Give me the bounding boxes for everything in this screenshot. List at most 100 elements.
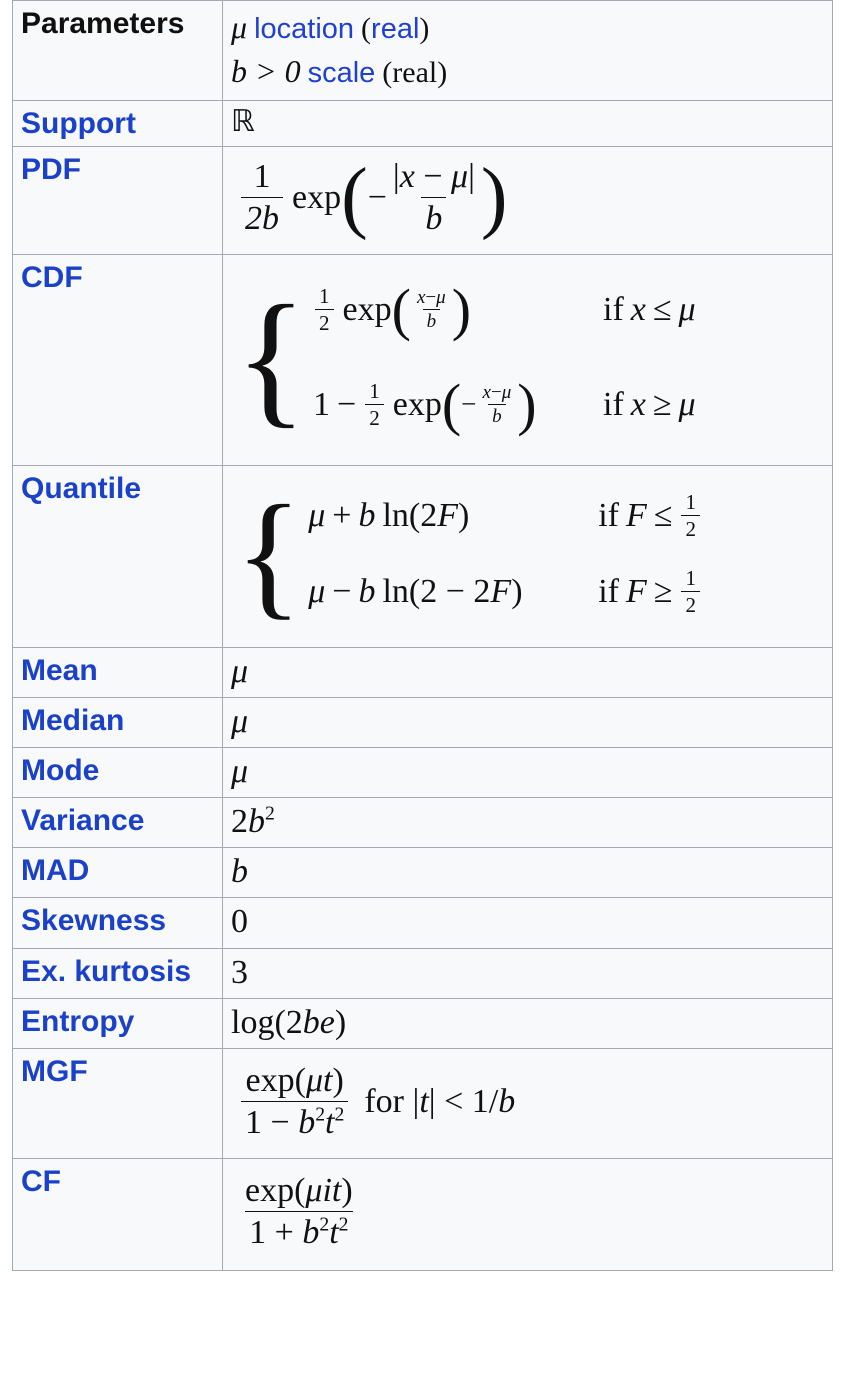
row-value-variance: 2b2	[222, 797, 833, 849]
row-label-cf[interactable]: CF	[12, 1157, 223, 1272]
numerator: exp(μt)	[245, 1061, 344, 1099]
table-row-mean: Mean μ	[12, 646, 833, 699]
kurtosis-value: 3	[231, 953, 248, 991]
table-row-ex-kurtosis: Ex. kurtosis 3	[12, 947, 833, 999]
mean-value: μ	[231, 652, 249, 690]
row-label-ex-kurtosis[interactable]: Ex. kurtosis	[12, 947, 223, 999]
row-value-quantile: { μ + b ln(2 F) if F ≤ 12 μ − b ln(2 − 2…	[222, 464, 833, 648]
case-expression: μ + b ln(2 F)	[308, 496, 470, 534]
row-label-support[interactable]: Support	[12, 99, 223, 147]
row-label-mgf[interactable]: MGF	[12, 1047, 223, 1159]
one-half: 12	[315, 284, 334, 335]
scale-link[interactable]: scale	[308, 57, 376, 89]
row-label-pdf[interactable]: PDF	[12, 145, 223, 255]
minus-sign: −	[367, 178, 387, 216]
table-row-variance: Variance 2b2	[12, 797, 833, 849]
condition-text: for |t| < 1/b	[364, 1082, 516, 1120]
fraction-one-over-2b: 1 2b	[241, 157, 283, 238]
fraction-xminusmu-over-b: x−μ b	[416, 286, 446, 333]
location-link[interactable]: location	[254, 13, 354, 45]
case-condition: if x ≥ μ	[603, 386, 696, 424]
row-label-mad[interactable]: MAD	[12, 847, 223, 899]
case-row-2: 1− 12 exp ( − x−μ b) if x ≥ μ	[313, 357, 696, 453]
table-row-pdf: PDF 1 2b exp ( − |x − μ| b )	[12, 145, 833, 255]
row-value-ex-kurtosis: 3	[222, 947, 833, 999]
row-value-parameters: μ location (real) b > 0 scale (real)	[222, 0, 833, 101]
row-label-quantile[interactable]: Quantile	[12, 464, 223, 648]
denominator: 2b	[241, 196, 283, 238]
pdf-formula: 1 2b exp ( − |x − μ| b )	[231, 151, 824, 248]
parameter-line-scale: b > 0 scale (real)	[231, 49, 824, 93]
table-row-median: Median μ	[12, 697, 833, 749]
table-row-skewness: Skewness 0	[12, 897, 833, 949]
case-expression: 12 exp ( x−μ b )	[313, 280, 603, 338]
row-value-support: ℝ	[222, 99, 833, 147]
row-label-variance[interactable]: Variance	[12, 797, 223, 849]
row-label-parameters: Parameters	[12, 0, 223, 101]
row-value-pdf: 1 2b exp ( − |x − μ| b )	[222, 145, 833, 255]
distribution-infobox: Parameters μ location (real) b > 0 scale (re…	[12, 0, 833, 1272]
mu-symbol: μ	[231, 9, 248, 45]
exp-operator: exp	[292, 178, 342, 216]
table-row-mgf: MGF exp(μt) 1 − b2t2 for |t| < 1/b	[12, 1047, 833, 1159]
paren-close: )	[419, 12, 430, 45]
cf-formula: exp(μit) 1 + b2t2	[231, 1163, 824, 1264]
case-condition: if F ≥ 12	[598, 566, 702, 617]
numerator: |x − μ|	[392, 157, 475, 195]
row-label-skewness[interactable]: Skewness	[12, 897, 223, 949]
table-row-cf: CF exp(μit) 1 + b2t2	[12, 1157, 833, 1272]
mad-value: b	[231, 853, 248, 891]
quantile-formula: { μ + b ln(2 F) if F ≤ 12 μ − b ln(2 − 2…	[231, 470, 824, 641]
case-row-2: μ − b ln(2 − 2 F) if F ≥ 12	[308, 552, 702, 630]
table-row-entropy: Entropy log(2be)	[12, 997, 833, 1049]
table-row-support: Support ℝ	[12, 99, 833, 147]
row-value-entropy: log(2be)	[222, 997, 833, 1049]
case-row-1: 12 exp ( x−μ b ) if x ≤ μ	[313, 263, 696, 357]
table-row-parameters: Parameters μ location (real) b > 0 scale (re…	[12, 0, 833, 101]
entropy-value: log(2be)	[231, 1003, 347, 1041]
mgf-formula: exp(μt) 1 − b2t2 for |t| < 1/b	[231, 1053, 824, 1152]
b-greater-than-zero: b > 0	[231, 53, 301, 90]
fraction-absxmu-over-b: |x − μ| b	[389, 157, 479, 238]
numerator: 1	[253, 157, 271, 195]
row-value-mgf: exp(μt) 1 − b2t2 for |t| < 1/b	[222, 1047, 833, 1159]
row-value-mode: μ	[222, 747, 833, 799]
row-value-skewness: 0	[222, 897, 833, 949]
cdf-formula: { 12 exp ( x−μ b) if x ≤ μ 1 − 1 2 exp …	[231, 259, 824, 459]
case-expression: 1− 12 exp ( − x−μ b)	[313, 371, 537, 437]
row-label-mean[interactable]: Mean	[12, 646, 223, 699]
paren-open-large: (	[341, 153, 368, 242]
paren-open: (	[361, 12, 372, 45]
numerator: exp(μit)	[245, 1171, 353, 1209]
one-half: 12	[681, 566, 700, 617]
row-label-cdf[interactable]: CDF	[12, 253, 223, 466]
table-row-quantile: Quantile { μ + b ln(2 F) if F ≤ 12 μ − b…	[12, 464, 833, 648]
variance-value: 2b2	[231, 802, 275, 841]
denominator: 1 − b2t2	[241, 1100, 349, 1142]
row-value-median: μ	[222, 697, 833, 749]
brace-left: {	[235, 274, 307, 441]
row-value-mad: b	[222, 847, 833, 899]
case-expression: μ − b ln(2 − 2 F)	[308, 572, 523, 610]
one-half: 12	[681, 490, 700, 541]
table-row-cdf: CDF { 12 exp (x−μ b) if x ≤ μ 1 − 1 2 …	[12, 253, 833, 466]
table-row-mode: Mode μ	[12, 747, 833, 799]
row-label-median[interactable]: Median	[12, 697, 223, 749]
denominator: 1 + b2t2	[245, 1211, 353, 1252]
row-value-cf: exp(μit) 1 + b2t2	[222, 1157, 833, 1272]
fraction-cf: exp(μit) 1 + b2t2	[241, 1171, 357, 1252]
row-label-entropy[interactable]: Entropy	[12, 997, 223, 1049]
case-condition: if x ≤ μ	[603, 291, 696, 329]
row-label-mode[interactable]: Mode	[12, 747, 223, 799]
fraction-xminusmu-over-b: x−μ b	[482, 381, 512, 428]
fraction-mgf: exp(μt) 1 − b2t2	[241, 1061, 349, 1142]
real-link-1[interactable]: real	[371, 13, 419, 45]
brace-left: {	[235, 476, 303, 632]
median-value: μ	[231, 703, 249, 741]
real-plain-text: (real)	[382, 56, 448, 90]
one-half: 12	[365, 379, 384, 430]
parameter-line-location: μ location (real)	[231, 5, 824, 49]
row-value-cdf: { 12 exp ( x−μ b) if x ≤ μ 1 − 1 2 exp …	[222, 253, 833, 466]
case-row-1: μ + b ln(2 F) if F ≤ 12	[308, 478, 702, 552]
skewness-value: 0	[231, 903, 248, 941]
